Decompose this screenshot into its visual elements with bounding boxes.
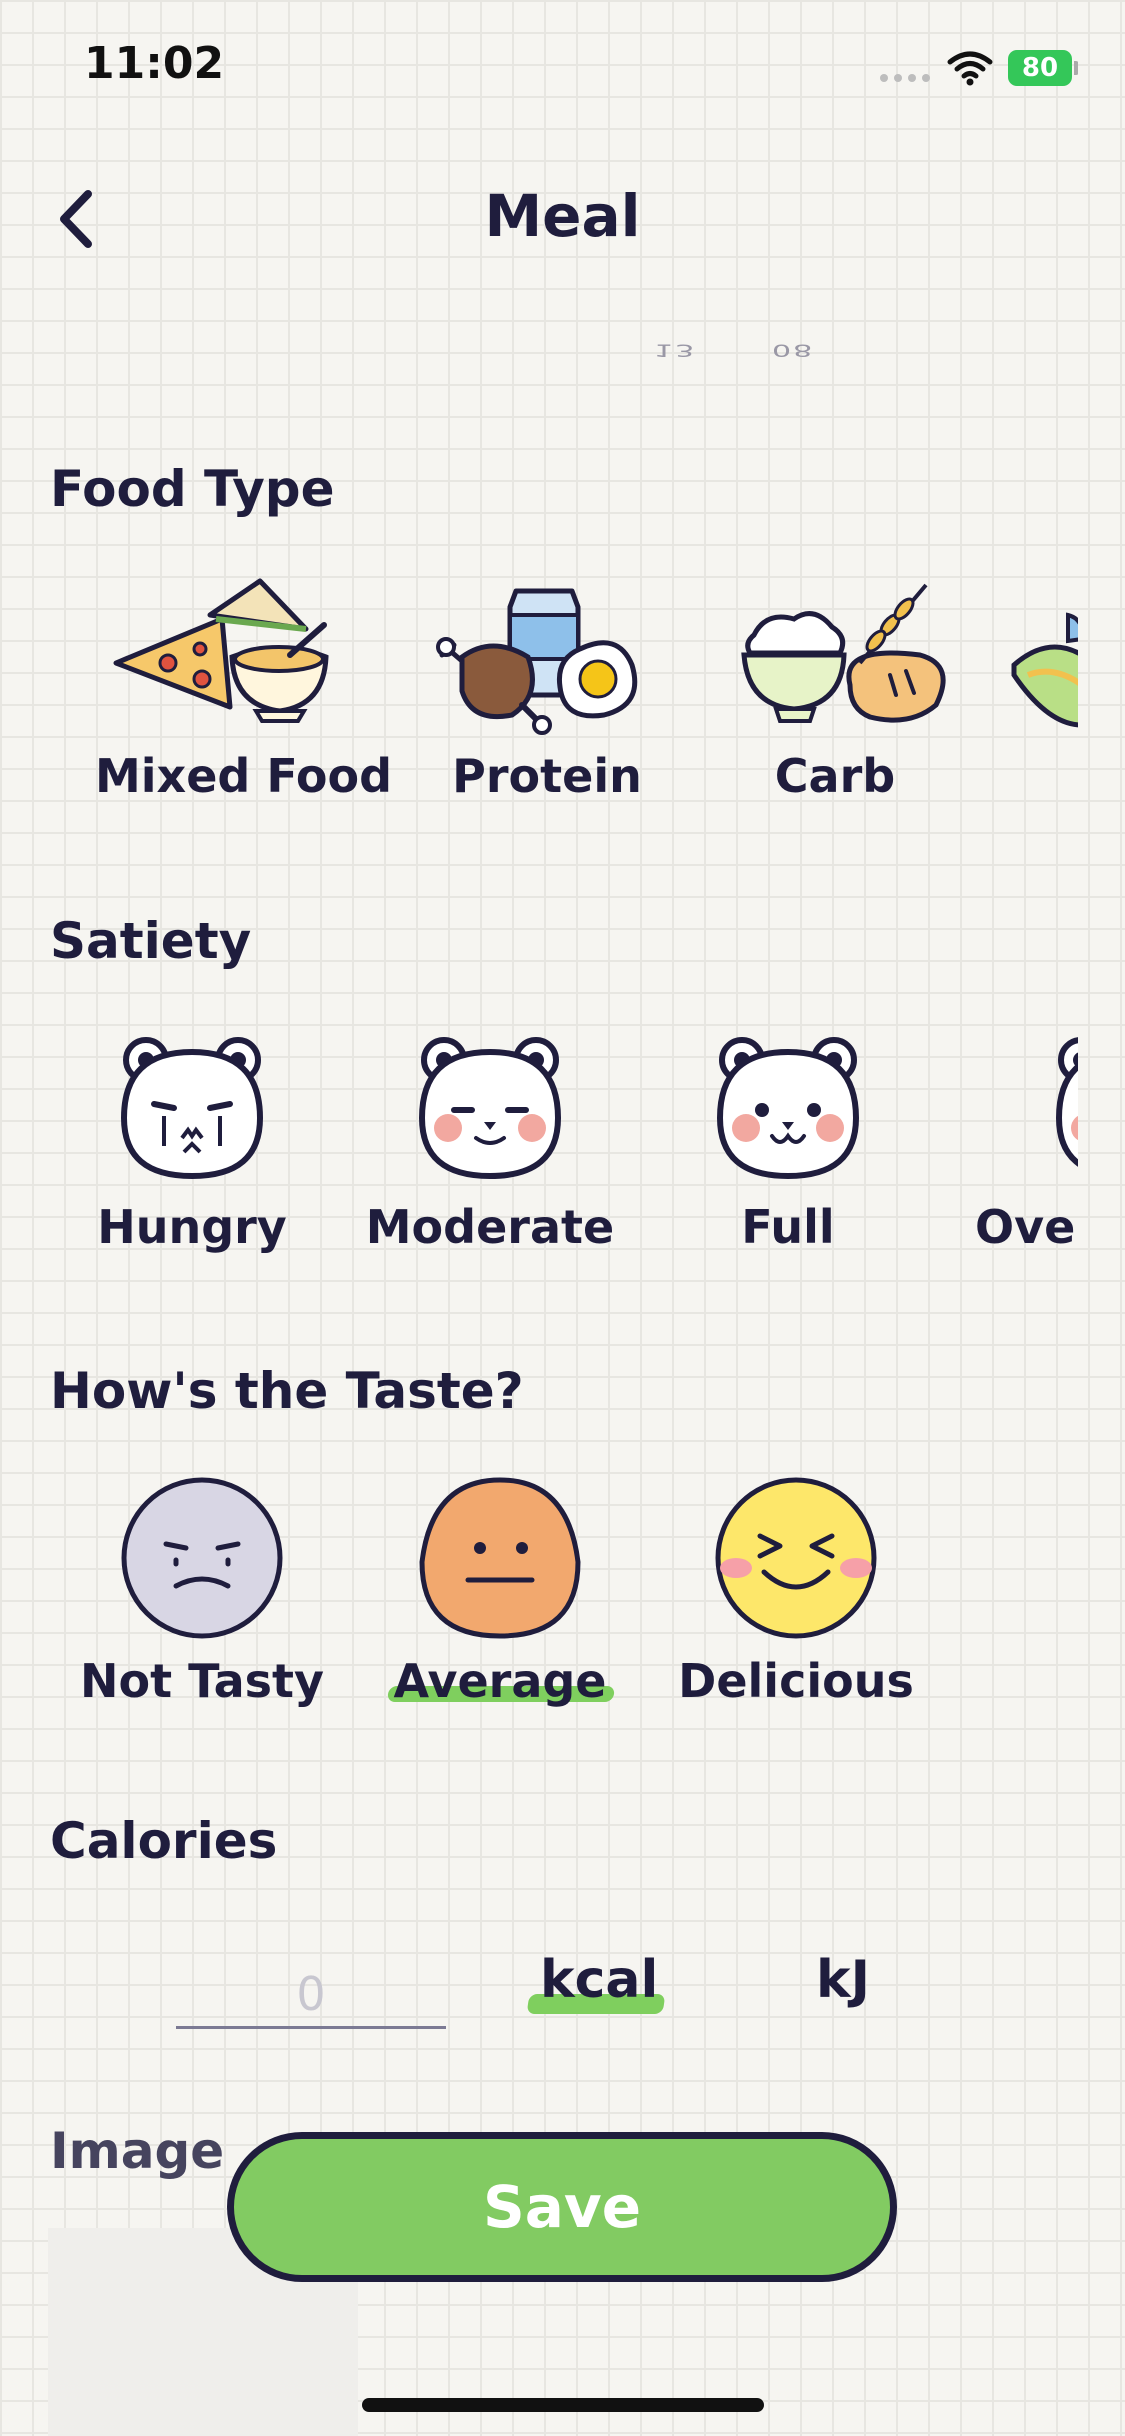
satiety-label: Hungry (97, 1200, 287, 1254)
food-type-carb[interactable]: Carb (705, 575, 965, 803)
unit-kcal-button[interactable]: kcal (540, 1950, 658, 2010)
date-picker-fragment[interactable]: 08 (772, 340, 814, 359)
satiety-full[interactable]: Full (658, 1026, 918, 1254)
wifi-icon (947, 51, 993, 86)
satiety-label: Full (741, 1200, 835, 1254)
taste-label: Average (393, 1654, 607, 1708)
protein-icon (436, 588, 638, 735)
taste-delicious[interactable]: Delicious (666, 1476, 926, 1708)
not-tasty-face-icon (121, 1477, 283, 1639)
battery-icon: 80 (1008, 50, 1072, 86)
cellular-signal-icon (880, 74, 932, 82)
overfull-bear-icon (1055, 1037, 1078, 1167)
home-indicator (362, 2398, 764, 2412)
status-time: 11:02 (84, 38, 225, 89)
food-type-label: Carb (774, 749, 896, 803)
average-face-icon (419, 1477, 581, 1639)
food-type-label: Mixed Food (95, 749, 393, 803)
save-button[interactable]: Save (227, 2132, 897, 2282)
hungry-bear-icon (120, 1037, 264, 1180)
satiety-label: Moderate (365, 1200, 615, 1254)
page-title: Meal (484, 182, 641, 250)
calories-input[interactable]: 0 (176, 1962, 446, 2029)
food-type-protein[interactable]: Protein (417, 575, 677, 803)
battery-level: 80 (1021, 53, 1059, 83)
food-type-label: Protein (452, 749, 642, 803)
taste-not-tasty[interactable]: Not Tasty (72, 1476, 332, 1708)
taste-label: Delicious (678, 1654, 914, 1708)
taste-average[interactable]: Average (370, 1476, 630, 1708)
food-type-title: Food Type (50, 460, 335, 518)
taste-label: Not Tasty (80, 1654, 324, 1708)
battery-cap (1074, 61, 1078, 75)
satiety-moderate[interactable]: Moderate (360, 1026, 620, 1254)
food-type-mixed-food[interactable]: Mixed Food (95, 575, 393, 803)
satiety-label: Over (975, 1200, 1078, 1254)
moderate-bear-icon (418, 1037, 562, 1180)
taste-title: How's the Taste? (50, 1362, 524, 1420)
satiety-hungry[interactable]: Hungry (62, 1026, 322, 1254)
date-picker-fragment[interactable]: 13 (654, 340, 696, 359)
unit-kj-button[interactable]: kJ (816, 1950, 870, 2010)
full-bear-icon (716, 1037, 860, 1180)
delicious-face-icon (715, 1477, 877, 1639)
satiety-title: Satiety (50, 912, 252, 970)
satiety-over[interactable]: Over (975, 1026, 1078, 1254)
carb-icon (741, 583, 946, 723)
calories-title: Calories (50, 1812, 278, 1870)
vegetable-icon (1011, 612, 1078, 728)
mixed-food-icon (113, 578, 329, 723)
food-type-vegetable[interactable] (1008, 575, 1078, 735)
image-title: Image (50, 2122, 225, 2180)
